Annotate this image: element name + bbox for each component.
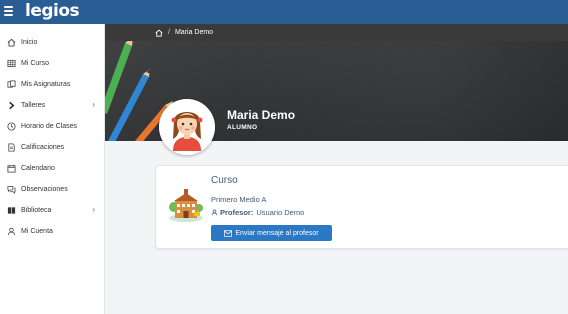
sidebar-item-talleres[interactable]: Talleres › bbox=[0, 95, 104, 115]
breadcrumb-separator: / bbox=[168, 29, 170, 36]
hamburger-menu-icon[interactable] bbox=[4, 6, 13, 17]
sidebar-item-label: Mi Curso bbox=[21, 59, 50, 67]
calendar-icon bbox=[6, 163, 16, 173]
home-icon[interactable] bbox=[155, 29, 163, 37]
send-message-button[interactable]: Enviar mensaje al profesor bbox=[211, 225, 332, 241]
sidebar-item-mis-asignaturas[interactable]: Mis Asignaturas bbox=[0, 74, 104, 94]
sidebar-item-label: Mis Asignaturas bbox=[21, 80, 71, 88]
clock-icon bbox=[6, 121, 16, 131]
expand-chevron-icon[interactable]: › bbox=[92, 205, 95, 215]
sidebar-item-label: Talleres bbox=[21, 101, 46, 109]
table-icon bbox=[6, 58, 16, 68]
course-grade: Primero Medio A bbox=[211, 195, 267, 204]
sidebar-item-horario[interactable]: Horario de Clases bbox=[0, 116, 104, 136]
home-icon bbox=[6, 37, 16, 47]
send-message-label: Enviar mensaje al profesor bbox=[235, 229, 319, 237]
sidebar-item-mi-cuenta[interactable]: Mi Cuenta bbox=[0, 221, 104, 241]
sidebar-item-observaciones[interactable]: Observaciones bbox=[0, 179, 104, 199]
user-icon bbox=[211, 209, 218, 216]
book-icon bbox=[6, 205, 16, 215]
sidebar-item-mi-curso[interactable]: Mi Curso bbox=[0, 53, 104, 73]
course-title: Curso bbox=[211, 175, 238, 186]
user-icon bbox=[6, 226, 16, 236]
top-bar: legios bbox=[0, 0, 568, 24]
girl-avatar-icon bbox=[159, 99, 215, 155]
app-logo[interactable]: legios bbox=[25, 1, 80, 21]
school-building-icon bbox=[169, 189, 203, 222]
sidebar-item-label: Biblioteca bbox=[21, 206, 52, 214]
profile-role: ALUMNO bbox=[227, 124, 258, 131]
avatar bbox=[159, 99, 215, 155]
sidebar-item-calificaciones[interactable]: Calificaciones bbox=[0, 137, 104, 157]
sidebar-item-label: Inicio bbox=[21, 38, 38, 46]
breadcrumb: / Maria Demo bbox=[105, 24, 568, 41]
books-icon bbox=[6, 79, 16, 89]
envelope-icon bbox=[224, 229, 233, 237]
profile-name: Maria Demo bbox=[227, 108, 296, 122]
teacher-label: Profesor: bbox=[220, 208, 254, 217]
teacher-name: Usuario Demo bbox=[256, 208, 305, 217]
sidebar-item-biblioteca[interactable]: Biblioteca › bbox=[0, 200, 104, 220]
document-icon bbox=[6, 142, 16, 152]
course-teacher: Profesor: Usuario Demo bbox=[211, 208, 304, 217]
chevron-right-icon bbox=[6, 100, 16, 110]
sidebar-item-label: Mi Cuenta bbox=[21, 227, 53, 235]
sidebar-item-calendario[interactable]: Calendario bbox=[0, 158, 104, 178]
sidebar-item-label: Calendario bbox=[21, 164, 55, 172]
sidebar-item-label: Horario de Clases bbox=[21, 122, 78, 130]
comments-icon bbox=[6, 184, 16, 194]
sidebar: Inicio Mi Curso Mis Asignaturas Talleres… bbox=[0, 24, 105, 314]
expand-chevron-icon[interactable]: › bbox=[92, 100, 95, 110]
sidebar-item-inicio[interactable]: Inicio bbox=[0, 32, 104, 52]
breadcrumb-current: Maria Demo bbox=[174, 29, 214, 36]
sidebar-item-label: Calificaciones bbox=[21, 143, 65, 151]
sidebar-item-label: Observaciones bbox=[21, 185, 68, 193]
